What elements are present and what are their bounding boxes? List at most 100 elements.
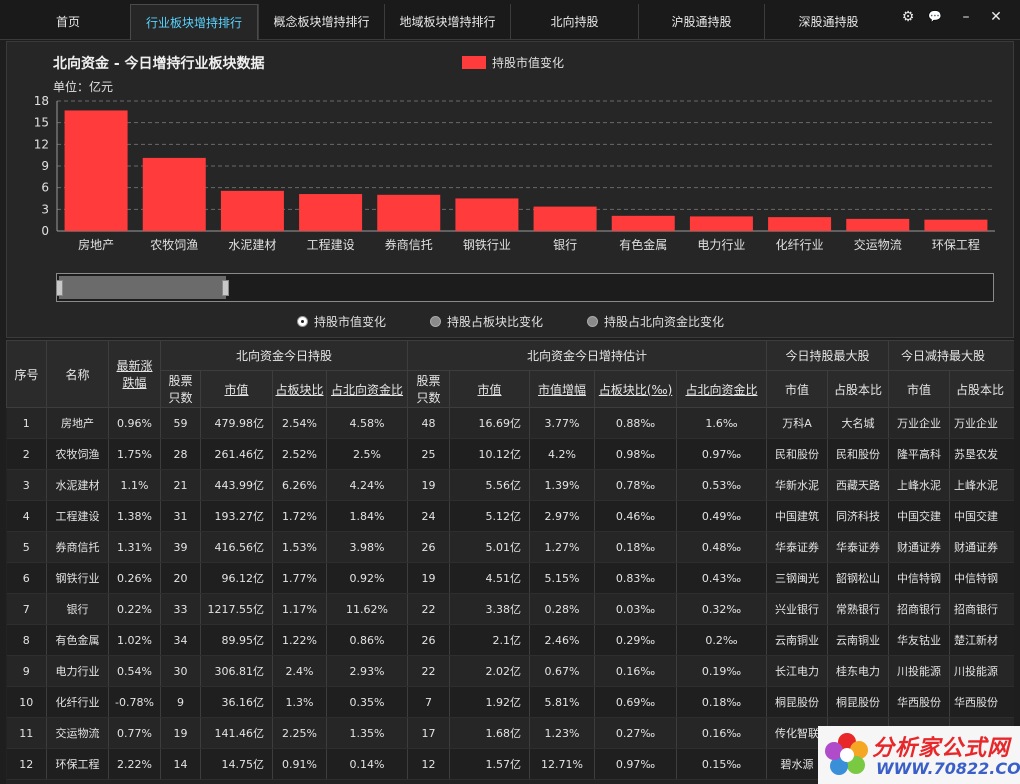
tab-home[interactable]: 首页 — [6, 4, 130, 40]
header-top-hold-ratio[interactable]: 占股本比 — [827, 370, 890, 408]
chat-icon[interactable]: 💬 — [924, 6, 946, 28]
tab-sz-connect-holdings[interactable]: 深股通持股 — [764, 4, 892, 40]
radio-market-value-change[interactable]: 持股市值变化 — [297, 313, 386, 330]
table-cell: 招商银行 — [888, 593, 951, 625]
close-icon[interactable]: ✕ — [985, 6, 1007, 28]
table-row[interactable]: 8 有色金属 1.02% 34 89.95亿 1.22% 0.86% 26 2.1亿 2.46% 0… — [6, 624, 1014, 656]
header-top-reduce-value[interactable]: 市值 — [888, 370, 951, 408]
watermark-url: WWW.70822.COM — [876, 759, 1020, 778]
header-stock-count[interactable]: 股票只数 — [160, 370, 201, 408]
tab-region-ranking[interactable]: 地域板块增持排行 — [384, 4, 510, 40]
table-row[interactable]: 6 钢铁行业 0.26% 20 96.12亿 1.77% 0.92% 19 4.51亿 5.15%… — [6, 562, 1014, 594]
y-tick-label: 12 — [34, 137, 49, 151]
table-cell: 招商银行 — [949, 593, 1014, 625]
header-sector-ratio[interactable]: 占板块比 — [272, 370, 327, 408]
table-cell: 万业企业 — [949, 407, 1014, 439]
table-cell: 环保工程 — [46, 748, 109, 780]
header-group-today-add: 北向资金今日增持估计 — [407, 340, 768, 371]
range-handle-right[interactable] — [222, 280, 229, 296]
table-cell: 2.46% — [529, 624, 596, 656]
table-cell: 韶钢松山 — [827, 562, 890, 594]
radio-north-ratio-change[interactable]: 持股占北向资金比变化 — [587, 313, 724, 330]
header-add-value-growth[interactable]: 市值增幅 — [529, 370, 596, 408]
tab-northbound-holdings[interactable]: 北向持股 — [510, 4, 638, 40]
table-cell: -0.78% — [108, 686, 161, 718]
radio-dot — [587, 316, 598, 327]
table-cell: 1.68亿 — [449, 717, 531, 749]
minimize-icon[interactable]: – — [955, 6, 977, 28]
table-cell: 0.97‰ — [676, 438, 768, 470]
table-cell: 华泰证券 — [766, 531, 829, 563]
table-cell: 1.84% — [326, 500, 409, 532]
header-top-reduce-ratio[interactable]: 占股本比 — [949, 370, 1014, 408]
tab-sh-connect-holdings[interactable]: 沪股通持股 — [638, 4, 764, 40]
range-selection[interactable] — [59, 276, 226, 299]
header-name[interactable]: 名称 — [46, 340, 109, 408]
table-cell: 0.48‰ — [676, 531, 768, 563]
table-row[interactable]: 4 工程建设 1.38% 31 193.27亿 1.72% 1.84% 24 5.12亿 2.97… — [6, 500, 1014, 532]
table-cell: 16.69亿 — [449, 407, 531, 439]
table-cell: 0.32‰ — [676, 593, 768, 625]
table-cell: 桂东电力 — [827, 655, 890, 687]
gear-icon[interactable]: ⚙ — [897, 6, 919, 28]
tab-concept-ranking[interactable]: 概念板块增持排行 — [258, 4, 384, 40]
table-cell: 12 — [6, 748, 47, 780]
table-cell: 0.03‰ — [594, 593, 678, 625]
table-cell: 39 — [160, 531, 201, 563]
table-row[interactable]: 10 化纤行业 -0.78% 9 36.16亿 1.3% 0.35% 7 1.92亿 5.81% 0… — [6, 686, 1014, 718]
tab-industry-ranking[interactable]: 行业板块增持排行 — [130, 4, 258, 40]
table-row[interactable]: 7 银行 0.22% 33 1217.55亿 1.17% 11.62% 22 3.38亿 0.28… — [6, 593, 1014, 625]
header-north-ratio[interactable]: 占北向资金比 — [325, 370, 409, 408]
header-add-market-value[interactable]: 市值 — [449, 370, 531, 408]
range-handle-left[interactable] — [56, 280, 63, 296]
table-row[interactable]: 2 农牧饲渔 1.75% 28 261.46亿 2.52% 2.5% 25 10.12亿 4.2%… — [6, 438, 1014, 470]
table-cell: 0.91% — [272, 748, 327, 780]
table-cell: 0.14% — [326, 748, 409, 780]
header-group-top-reduce: 今日减持最大股 — [888, 340, 1014, 371]
chart-bar — [377, 194, 441, 231]
table-row[interactable]: 1 房地产 0.96% 59 479.98亿 2.54% 4.58% 48 16.69亿 3.77… — [6, 407, 1014, 439]
radio-label: 持股市值变化 — [314, 315, 387, 329]
table-cell: 同济科技 — [827, 500, 890, 532]
header-add-sector-ratio[interactable]: 占板块比(‰) — [594, 370, 678, 408]
table-cell: 59 — [160, 407, 201, 439]
table-cell: 云南铜业 — [766, 624, 829, 656]
table-cell: 大名城 — [827, 407, 890, 439]
table-cell: 19 — [407, 562, 451, 594]
table-cell: 11.62% — [326, 593, 409, 625]
table-cell: 0.43‰ — [676, 562, 768, 594]
x-tick-label: 电力行业 — [697, 238, 745, 252]
table-cell: 化纤行业 — [46, 686, 109, 718]
header-add-stock-count[interactable]: 股票只数 — [407, 370, 451, 408]
header-latest-change[interactable]: 最新涨跌幅 — [108, 340, 161, 408]
table-cell: 416.56亿 — [200, 531, 273, 563]
table-cell: 2.4% — [272, 655, 327, 687]
table-cell: 25 — [407, 438, 451, 470]
table-cell: 农牧饲渔 — [46, 438, 109, 470]
header-top-hold-value[interactable]: 市值 — [766, 370, 829, 408]
table-cell: 2.5% — [326, 438, 409, 470]
table-cell: 19 — [407, 469, 451, 501]
table-cell: 0.29‰ — [594, 624, 678, 656]
table-cell: 万科A — [766, 407, 829, 439]
radio-dot — [430, 316, 441, 327]
table-cell: 楚江新材 — [949, 624, 1014, 656]
range-slider[interactable] — [56, 273, 994, 302]
table-row[interactable]: 5 券商信托 1.31% 39 416.56亿 1.53% 3.98% 26 5.01亿 1.27… — [6, 531, 1014, 563]
table-cell: 1.75% — [108, 438, 161, 470]
header-add-north-ratio[interactable]: 占北向资金比 — [676, 370, 768, 408]
table-cell: 1.02% — [108, 624, 161, 656]
header-seq[interactable]: 序号 — [6, 340, 47, 408]
table-cell: 三钢闽光 — [766, 562, 829, 594]
table-row[interactable]: 3 水泥建材 1.1% 21 443.99亿 6.26% 4.24% 19 5.56亿 1.39%… — [6, 469, 1014, 501]
table-cell: 6.26% — [272, 469, 327, 501]
table-cell: 0.78‰ — [594, 469, 678, 501]
table-cell: 48 — [407, 407, 451, 439]
table-row[interactable]: 9 电力行业 0.54% 30 306.81亿 2.4% 2.93% 22 2.02亿 0.67%… — [6, 655, 1014, 687]
header-market-value[interactable]: 市值 — [200, 370, 273, 408]
table-cell: 141.46亿 — [200, 717, 273, 749]
table-cell: 3 — [6, 469, 47, 501]
metric-radio-group: 持股市值变化 持股占板块比变化 持股占北向资金比变化 — [7, 313, 1013, 331]
radio-sector-ratio-change[interactable]: 持股占板块比变化 — [430, 313, 543, 330]
y-tick-label: 0 — [41, 224, 49, 238]
